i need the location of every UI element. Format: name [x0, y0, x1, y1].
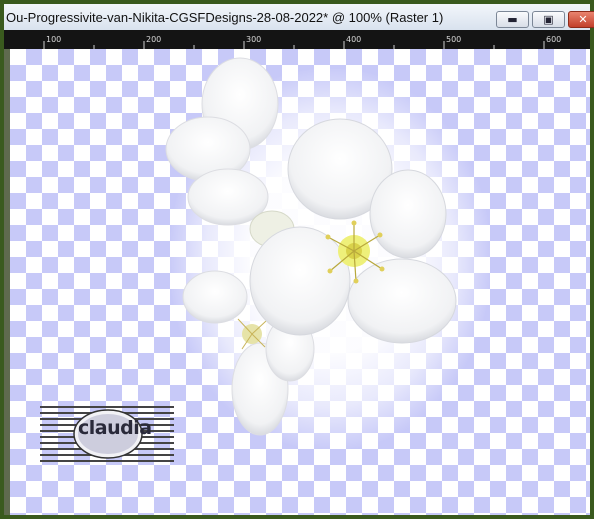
image-canvas[interactable]: claudia	[10, 49, 590, 515]
ruler-label: 600	[546, 35, 561, 44]
minimize-button[interactable]: ▬	[496, 11, 529, 28]
image-window: Ou-Progressivite-van-Nikita-CGSFDesigns-…	[0, 0, 594, 519]
minimize-icon: ▬	[507, 13, 518, 26]
ruler-label: 200	[146, 35, 161, 44]
window-titlebar[interactable]: Ou-Progressivite-van-Nikita-CGSFDesigns-…	[4, 4, 594, 31]
back-flower	[165, 57, 295, 248]
close-icon: ✕	[578, 13, 588, 26]
maximize-icon: ▣	[543, 13, 554, 26]
ruler-label: 400	[346, 35, 361, 44]
watermark-text: claudia	[78, 417, 152, 439]
horizontal-ruler: 100 200 300 400 500 600	[4, 30, 590, 49]
ruler-label: 100	[46, 35, 61, 44]
window-title: Ou-Progressivite-van-Nikita-CGSFDesigns-…	[6, 10, 444, 25]
maximize-button[interactable]: ▣	[532, 11, 565, 28]
close-button[interactable]: ✕	[568, 11, 594, 28]
ruler-label: 500	[446, 35, 461, 44]
ruler-label: 300	[246, 35, 261, 44]
ruler-ticks: 100 200 300 400 500 600	[43, 35, 561, 49]
watermark-logo: claudia	[40, 404, 174, 468]
main-flower	[249, 118, 457, 344]
